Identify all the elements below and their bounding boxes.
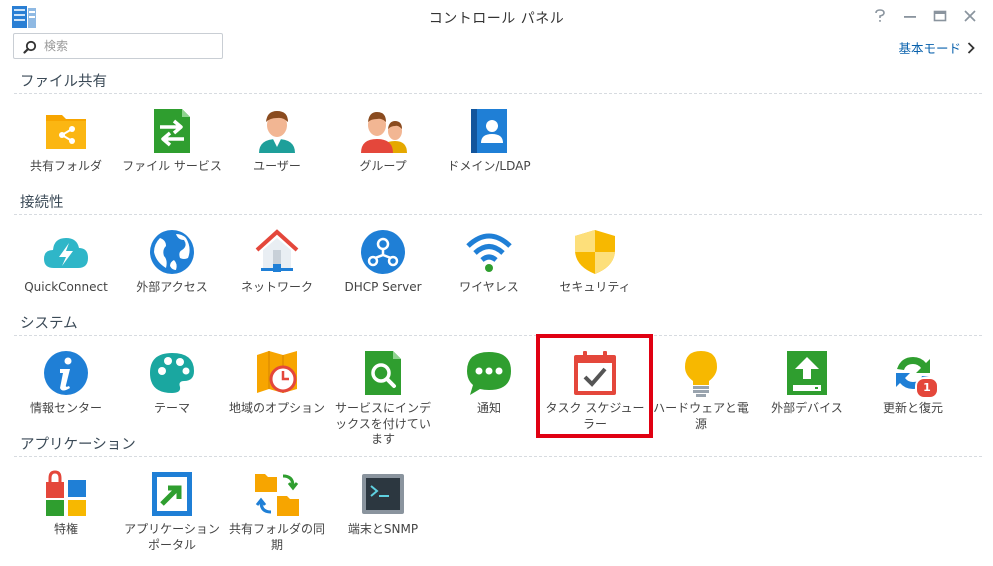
item-label: QuickConnect bbox=[24, 280, 108, 294]
window-title: コントロール パネル bbox=[428, 11, 565, 27]
wireless-icon bbox=[465, 228, 513, 276]
help-icon[interactable] bbox=[871, 7, 889, 25]
search-box[interactable] bbox=[13, 33, 223, 59]
external-devices-icon bbox=[783, 349, 831, 397]
item-label: ファイル サービス bbox=[122, 159, 222, 173]
section-title-system: システム bbox=[20, 316, 78, 332]
basic-mode-link[interactable]: 基本モード bbox=[898, 38, 975, 57]
item-label: グループ bbox=[359, 159, 407, 173]
application-portal-item[interactable]: アプリケーション ポータル bbox=[120, 470, 224, 553]
indexing-service-item[interactable]: サービスにインデックスを付けています bbox=[331, 349, 435, 448]
hardware-power-item[interactable]: ハードウェアと電源 bbox=[649, 349, 753, 432]
title-bar: コントロール パネル bbox=[0, 0, 993, 32]
shared-folder-sync-item[interactable]: 共有フォルダの同期 bbox=[225, 470, 329, 553]
search-input[interactable] bbox=[44, 37, 214, 55]
privileges-icon bbox=[42, 470, 90, 518]
regional-options-item[interactable]: 地域のオプション bbox=[225, 349, 329, 417]
application-portal-icon bbox=[148, 470, 196, 518]
external-access-item[interactable]: 外部アクセス bbox=[120, 228, 224, 296]
item-label: ネットワーク bbox=[240, 280, 313, 294]
terminal-snmp-item[interactable]: 端末とSNMP bbox=[331, 470, 435, 538]
item-label: 共有フォルダ bbox=[29, 159, 102, 173]
item-label: 情報センター bbox=[29, 401, 102, 415]
item-label: 特権 bbox=[53, 522, 78, 536]
section-title-file-sharing: ファイル共有 bbox=[20, 74, 107, 90]
group-item[interactable]: グループ bbox=[331, 107, 435, 175]
update-count-badge: 1 bbox=[915, 377, 939, 399]
wireless-item[interactable]: ワイヤレス bbox=[437, 228, 541, 296]
user-icon bbox=[253, 107, 301, 155]
security-item[interactable]: セキュリティ bbox=[543, 228, 647, 296]
item-label: ドメイン/LDAP bbox=[447, 159, 531, 173]
section-divider bbox=[14, 335, 982, 336]
notification-item[interactable]: 通知 bbox=[437, 349, 541, 417]
item-label: 更新と復元 bbox=[882, 401, 943, 415]
indexing-service-icon bbox=[359, 349, 407, 397]
chevron-right-icon bbox=[967, 41, 975, 54]
notification-icon bbox=[465, 349, 513, 397]
section-title-applications: アプリケーション bbox=[20, 437, 136, 453]
theme-icon bbox=[148, 349, 196, 397]
item-label: セキュリティ bbox=[559, 280, 631, 294]
dhcp-server-icon bbox=[359, 228, 407, 276]
item-label: タスク スケジューラー bbox=[545, 401, 645, 431]
item-label: ユーザー bbox=[253, 159, 301, 173]
theme-item[interactable]: テーマ bbox=[120, 349, 224, 417]
update-restore-icon: 1 bbox=[889, 349, 939, 399]
item-label: 共有フォルダの同期 bbox=[228, 522, 325, 552]
info-center-item[interactable]: 情報センター bbox=[14, 349, 118, 417]
hardware-power-icon bbox=[677, 349, 725, 397]
quickconnect-icon bbox=[42, 228, 90, 276]
update-restore-item[interactable]: 1 更新と復元 bbox=[861, 349, 965, 417]
item-label: サービスにインデックスを付けています bbox=[334, 401, 431, 446]
shared-folder-icon bbox=[42, 107, 90, 155]
domain-ldap-item[interactable]: ドメイン/LDAP bbox=[437, 107, 541, 175]
security-icon bbox=[571, 228, 619, 276]
item-label: 通知 bbox=[476, 401, 501, 415]
section-divider bbox=[14, 214, 982, 215]
item-label: DHCP Server bbox=[344, 280, 422, 294]
item-label: ハードウェアと電源 bbox=[653, 401, 749, 431]
shared-folder-item[interactable]: 共有フォルダ bbox=[14, 107, 118, 175]
network-item[interactable]: ネットワーク bbox=[225, 228, 329, 296]
file-services-item[interactable]: ファイル サービス bbox=[120, 107, 224, 175]
item-label: テーマ bbox=[153, 401, 190, 415]
section-divider bbox=[14, 93, 982, 94]
terminal-snmp-icon bbox=[359, 470, 407, 518]
basic-mode-label: 基本モード bbox=[898, 41, 961, 56]
dhcp-server-item[interactable]: DHCP Server bbox=[331, 228, 435, 296]
task-scheduler-icon bbox=[571, 349, 619, 397]
search-icon bbox=[23, 40, 37, 54]
item-label: ワイヤレス bbox=[459, 280, 519, 294]
close-icon[interactable] bbox=[961, 7, 979, 25]
item-label: アプリケーション ポータル bbox=[124, 522, 220, 552]
privileges-item[interactable]: 特権 bbox=[14, 470, 118, 538]
group-icon bbox=[359, 107, 407, 155]
network-icon bbox=[253, 228, 301, 276]
item-label: 外部アクセス bbox=[136, 280, 208, 294]
domain-ldap-icon bbox=[465, 107, 513, 155]
user-item[interactable]: ユーザー bbox=[225, 107, 329, 175]
file-services-icon bbox=[148, 107, 196, 155]
shared-folder-sync-icon bbox=[253, 470, 301, 518]
quickconnect-item[interactable]: QuickConnect bbox=[14, 228, 118, 296]
minimize-icon[interactable] bbox=[901, 7, 919, 25]
external-access-icon bbox=[148, 228, 196, 276]
section-title-connectivity: 接続性 bbox=[20, 195, 64, 211]
external-devices-item[interactable]: 外部デバイス bbox=[755, 349, 859, 417]
maximize-icon[interactable] bbox=[931, 7, 949, 25]
regional-options-icon bbox=[253, 349, 301, 397]
task-scheduler-item[interactable]: タスク スケジューラー bbox=[543, 349, 647, 432]
item-label: 地域のオプション bbox=[228, 401, 325, 415]
section-divider bbox=[14, 456, 982, 457]
info-center-icon bbox=[42, 349, 90, 397]
item-label: 端末とSNMP bbox=[347, 522, 419, 536]
item-label: 外部デバイス bbox=[771, 401, 843, 415]
